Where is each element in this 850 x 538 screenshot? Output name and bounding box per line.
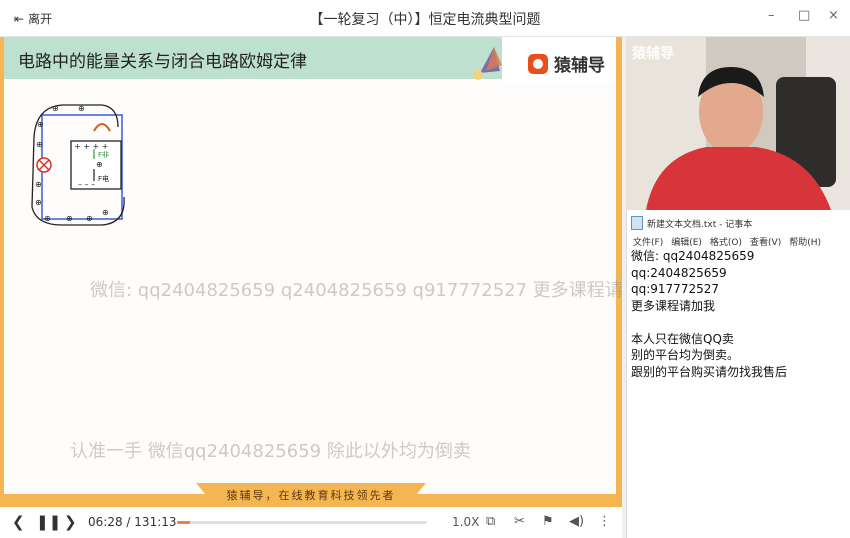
slide-header: 电路中的能量关系与闭合电路欧姆定律	[4, 37, 504, 79]
watermark-bottom: 认准一手 微信qq2404825659 除此以外均为倒卖	[70, 441, 471, 462]
notepad-titlebar: 新建文本文档.txt - 记事本	[631, 216, 752, 230]
maximize-button[interactable]: □	[798, 8, 810, 23]
notepad-menu: 文件(F) 编辑(E) 格式(O) 查看(V) 帮助(H)	[633, 235, 821, 248]
menu-file[interactable]: 文件(F)	[633, 235, 663, 248]
brand-logo: 猿辅导	[528, 51, 605, 76]
close-button[interactable]: ×	[828, 8, 839, 23]
svg-text:⊕: ⊕	[86, 214, 93, 223]
window-title: 【一轮复习（中）】恒定电流典型问题	[309, 12, 541, 28]
force-label-lower: F电	[98, 174, 109, 183]
scissors-icon[interactable]: ✂	[514, 514, 525, 529]
svg-text:⊕: ⊕	[102, 208, 109, 217]
menu-view[interactable]: 查看(V)	[750, 235, 781, 248]
svg-text:⊕: ⊕	[35, 198, 42, 207]
progress-fill	[177, 521, 190, 524]
circuit-diagram: ⊕⊕⊕ ⊕⊕ ⊕ ⊕⊕⊕ ⊕⊕ + + + +– – – F非 F电	[31, 104, 125, 226]
svg-text:⊕: ⊕	[35, 180, 42, 189]
text-line: 更多课程请加我	[631, 298, 716, 313]
screenshot-icon[interactable]: ⧉	[486, 514, 495, 529]
menu-help[interactable]: 帮助(H)	[789, 235, 821, 248]
svg-text:⊕: ⊕	[37, 120, 44, 129]
svg-text:⊕: ⊕	[36, 140, 43, 149]
decoration-icon	[473, 47, 502, 80]
text-line: 别的平台均为倒卖。	[631, 348, 740, 362]
footer-text: 猿辅导，在线教育科技领先者	[226, 489, 396, 502]
svg-text:⊕: ⊕	[78, 104, 85, 113]
slide-heading: 电路中的能量关系与闭合电路欧姆定律	[18, 52, 307, 72]
text-line: qq:2404825659	[631, 265, 727, 280]
text-line: 跟别的平台购买请勿找我售后	[631, 364, 788, 379]
menu-edit[interactable]: 编辑(E)	[671, 235, 702, 248]
svg-text:+ + + +: + + + +	[74, 142, 108, 151]
more-icon[interactable]: ⋮	[598, 514, 611, 529]
menu-format[interactable]: 格式(O)	[710, 235, 742, 248]
current-time: 06:28	[88, 515, 123, 529]
brand-icon	[528, 53, 548, 74]
speed-button[interactable]: 1.0X	[452, 515, 479, 529]
minimize-button[interactable]: –	[768, 8, 775, 23]
text-line	[631, 314, 787, 331]
notepad-text-area[interactable]: 微信: qq2404825659 qq:2404825659 qq:91777252…	[631, 248, 787, 380]
notepad-window: 新建文本文档.txt - 记事本 文件(F) 编辑(E) 格式(O) 查看(V)…	[626, 210, 850, 538]
file-icon	[631, 216, 643, 230]
volume-icon[interactable]: ◀)	[569, 514, 584, 529]
text-line: 微信: qq2404825659	[631, 249, 755, 263]
text-line: qq:917772527	[631, 282, 719, 296]
slide: 电路中的能量关系与闭合电路欧姆定律 猿辅导 ⊕⊕⊕ ⊕⊕⊕ ⊕⊕⊕	[4, 37, 616, 494]
pause-button[interactable]: ❚❚	[36, 513, 61, 531]
total-time: 131:13	[134, 515, 177, 529]
text-line: 本人只在微信QQ卖	[631, 331, 734, 346]
camera-brand: 猿辅导	[632, 46, 674, 62]
watermark-top: 微信: qq2404825659 q2404825659 q917772527 …	[90, 280, 623, 301]
svg-text:⊕: ⊕	[66, 214, 73, 223]
force-label-upper: F非	[98, 150, 109, 159]
svg-text:⊕: ⊕	[52, 104, 59, 113]
notepad-title: 新建文本文档.txt - 记事本	[647, 219, 753, 230]
player-controls: ❮ ❚❚ ❯ 06:28 / 131:13 1.0X ⧉ ✂ ⚑ ◀) ⋮	[0, 507, 622, 538]
brand-name: 猿辅导	[554, 56, 605, 76]
time-display: 06:28 / 131:13	[88, 515, 177, 529]
next-icon[interactable]: ❯	[64, 513, 77, 531]
previous-icon[interactable]: ❮	[12, 513, 25, 531]
svg-text:– – –: – – –	[78, 180, 95, 189]
title-bar: ⇤ 离开 【一轮复习（中）】恒定电流典型问题 – □ ×	[0, 0, 850, 37]
svg-text:⊕: ⊕	[96, 160, 103, 169]
teacher-camera: 猿辅导	[626, 37, 850, 210]
progress-bar[interactable]	[177, 521, 427, 524]
flag-icon[interactable]: ⚑	[542, 514, 554, 529]
svg-text:⊕: ⊕	[44, 214, 51, 223]
